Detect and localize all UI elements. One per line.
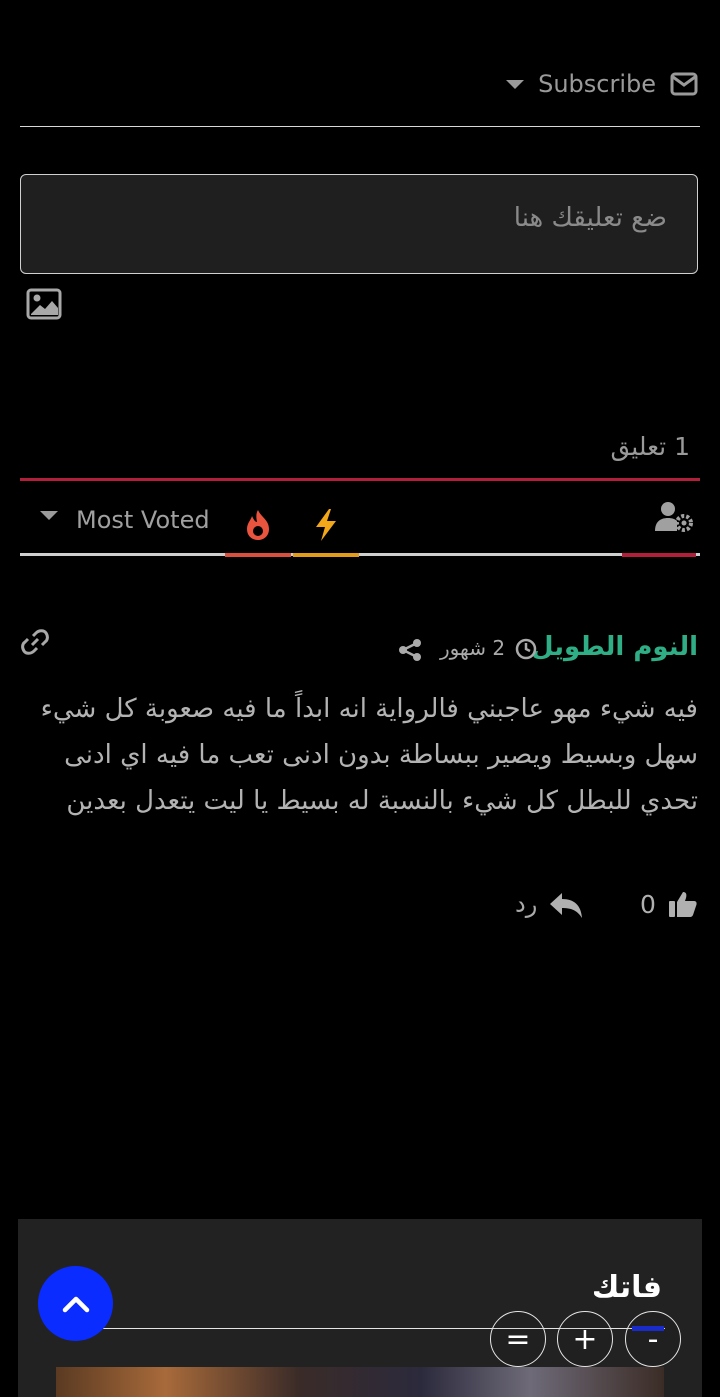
subscribe-label: Subscribe	[538, 70, 656, 98]
link-icon[interactable]	[20, 628, 50, 656]
caret-down-icon	[506, 79, 525, 89]
comments-count: 1 تعليق	[610, 432, 690, 461]
reset-size-button[interactable]: =	[490, 1311, 546, 1367]
flame-icon[interactable]	[243, 508, 273, 542]
clock-icon	[515, 638, 537, 660]
sort-bar-line	[20, 553, 700, 556]
reply-arrow-icon[interactable]	[548, 892, 584, 920]
flame-underline	[225, 553, 291, 557]
caret-down-icon[interactable]	[40, 511, 58, 520]
divider-accent	[20, 478, 700, 481]
sort-select[interactable]: Most Voted	[76, 506, 210, 534]
image-icon[interactable]	[26, 288, 62, 320]
comment-author[interactable]: النوم الطويل	[531, 632, 698, 662]
comment-time: 2 شهور	[440, 636, 506, 660]
envelope-icon	[670, 72, 698, 96]
divider	[20, 126, 700, 127]
comment-body: فيه شيء مهو عاجبني فالرواية انه ابداً ما…	[40, 694, 698, 816]
widget-thumbnail-image[interactable]	[56, 1367, 664, 1397]
vote-count: 0	[640, 890, 656, 919]
thumbs-up-icon[interactable]	[668, 890, 698, 918]
subscribe-control[interactable]: Subscribe	[506, 70, 698, 98]
comment-input[interactable]: ضع تعليقك هنا	[20, 174, 698, 274]
comment-placeholder: ضع تعليقك هنا	[513, 203, 667, 233]
increase-size-button[interactable]: +	[557, 1311, 613, 1367]
user-underline	[622, 553, 696, 557]
bolt-icon[interactable]	[312, 508, 340, 542]
widget-title: فاتك	[591, 1270, 662, 1305]
scroll-to-top-button[interactable]	[38, 1266, 113, 1341]
chevron-up-icon	[62, 1296, 89, 1312]
decrease-size-button[interactable]: -	[625, 1311, 681, 1367]
share-icon[interactable]	[398, 638, 422, 662]
reply-link[interactable]: رد	[515, 890, 537, 918]
bolt-underline	[293, 553, 359, 557]
user-settings-icon[interactable]	[654, 500, 694, 534]
